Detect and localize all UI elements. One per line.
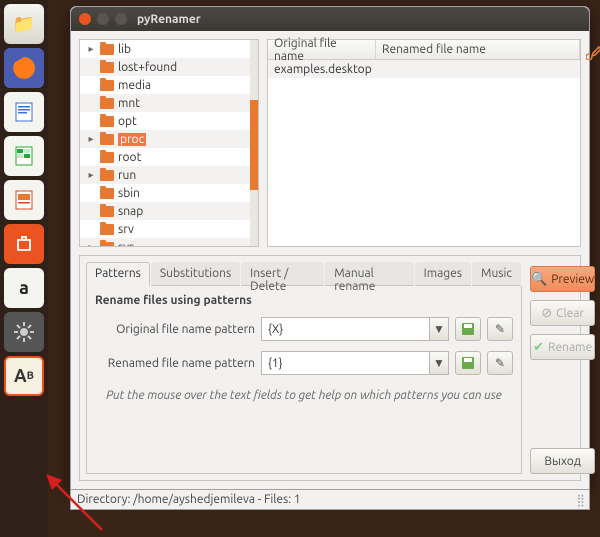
launcher-amazon-icon[interactable]: a xyxy=(4,268,44,308)
renamed-pattern-edit-icon[interactable]: ✎ xyxy=(487,351,513,375)
tab-patterns[interactable]: Patterns xyxy=(86,262,150,286)
col-original[interactable]: Original file name xyxy=(268,40,376,59)
tab-insert-delete[interactable]: Insert / Delete xyxy=(241,262,324,286)
tree-item-label[interactable]: run xyxy=(118,169,136,182)
folder-icon xyxy=(100,242,114,248)
renamed-pattern-dropdown[interactable]: ▼ xyxy=(429,351,449,375)
side-buttons: 🔍 Preview ⊘ Clear ✔ Rename Выход xyxy=(530,262,595,474)
window-minimize-icon[interactable] xyxy=(97,13,109,25)
launcher-calc-icon[interactable] xyxy=(4,136,44,176)
original-pattern-dropdown[interactable]: ▼ xyxy=(429,317,449,341)
window-title: pyRenamer xyxy=(137,13,201,26)
folder-icon xyxy=(100,116,114,127)
clear-button[interactable]: ⊘ Clear xyxy=(530,300,595,326)
search-icon: 🔍 xyxy=(531,272,547,287)
tree-item-label[interactable]: opt xyxy=(118,115,137,128)
rename-button[interactable]: ✔ Rename xyxy=(530,334,595,360)
folder-icon xyxy=(100,80,114,91)
file-row[interactable]: examples.desktop xyxy=(268,60,580,78)
clear-icon: ⊘ xyxy=(541,306,552,321)
folder-icon xyxy=(100,98,114,109)
tree-item-label[interactable]: srv xyxy=(118,223,134,236)
tree-item-label[interactable]: snap xyxy=(118,205,143,218)
check-icon: ✔ xyxy=(533,340,544,355)
launcher-pyrenamer-icon[interactable]: AB xyxy=(4,356,44,396)
pyrenamer-window: pyRenamer ▸ lib lost+found media mnt opt … xyxy=(70,6,590,490)
expander-icon[interactable]: ▸ xyxy=(86,241,96,247)
tree-item-label[interactable]: root xyxy=(118,151,141,164)
window-close-icon[interactable] xyxy=(79,13,91,25)
exit-button[interactable]: Выход xyxy=(530,448,595,474)
expander-icon[interactable]: ▸ xyxy=(86,43,96,55)
expander-icon[interactable]: ▸ xyxy=(86,133,96,145)
folder-icon xyxy=(100,224,114,235)
tree-item-label[interactable]: mnt xyxy=(118,97,140,110)
original-pattern-label: Original file name pattern xyxy=(95,323,255,336)
expander-icon[interactable]: ▸ xyxy=(86,169,96,181)
tree-item-label[interactable]: media xyxy=(118,79,151,92)
tree-item-label[interactable]: lib xyxy=(118,43,131,56)
launcher-settings-icon[interactable] xyxy=(4,312,44,352)
tab-images[interactable]: Images xyxy=(415,262,471,286)
tree-item-label[interactable]: sys xyxy=(118,241,134,248)
original-pattern-save-icon[interactable] xyxy=(455,317,481,341)
bottom-panel: Patterns Substitutions Insert / Delete M… xyxy=(79,255,581,481)
tab-music[interactable]: Music xyxy=(472,262,521,286)
tab-manual-rename[interactable]: Manual rename xyxy=(325,262,413,286)
pattern-hint: Put the mouse over the text fields to ge… xyxy=(95,389,513,402)
tab-substitutions[interactable]: Substitutions xyxy=(151,262,240,286)
resize-grip-icon[interactable]: ⣿ xyxy=(576,493,583,507)
options-icon[interactable] xyxy=(586,44,600,64)
launcher-software-icon[interactable] xyxy=(4,224,44,264)
renamed-pattern-input[interactable] xyxy=(261,351,429,375)
preview-button-label: Preview xyxy=(551,273,594,286)
folder-icon xyxy=(100,62,114,73)
tab-bar: Patterns Substitutions Insert / Delete M… xyxy=(86,262,522,286)
folder-icon xyxy=(100,134,114,145)
preview-button[interactable]: 🔍 Preview xyxy=(530,266,595,292)
tab-pane-patterns: Rename files using patterns Original fil… xyxy=(86,286,522,474)
original-pattern-input[interactable] xyxy=(261,317,429,341)
launcher-files-icon[interactable]: 📁 xyxy=(4,4,44,44)
unity-launcher: 📁 a AB xyxy=(0,0,48,537)
folder-icon xyxy=(100,44,114,55)
scrollbar-thumb[interactable] xyxy=(250,100,258,190)
annotation-arrow xyxy=(42,470,112,537)
folder-icon xyxy=(100,152,114,163)
tree-item-label[interactable]: lost+found xyxy=(118,61,177,74)
status-bar: Directory: /home/ayshedjemileva - Files:… xyxy=(70,490,590,510)
titlebar[interactable]: pyRenamer xyxy=(71,7,589,31)
tree-item-label[interactable]: sbin xyxy=(118,187,140,200)
launcher-writer-icon[interactable] xyxy=(4,92,44,132)
file-list-header: Original file name Renamed file name xyxy=(268,40,580,60)
pane-heading: Rename files using patterns xyxy=(95,294,513,307)
original-pattern-edit-icon[interactable]: ✎ xyxy=(487,317,513,341)
folder-icon xyxy=(100,170,114,181)
folder-tree[interactable]: ▸ lib lost+found media mnt opt ▸ proc root… xyxy=(79,39,259,247)
renamed-pattern-save-icon[interactable] xyxy=(455,351,481,375)
window-content: ▸ lib lost+found media mnt opt ▸ proc root… xyxy=(71,31,589,489)
tree-item-label[interactable]: proc xyxy=(118,133,146,146)
folder-icon xyxy=(100,206,114,217)
tree-scrollbar[interactable] xyxy=(250,40,258,246)
launcher-impress-icon[interactable] xyxy=(4,180,44,220)
col-renamed[interactable]: Renamed file name xyxy=(376,40,580,59)
launcher-firefox-icon[interactable] xyxy=(4,48,44,88)
renamed-pattern-label: Renamed file name pattern xyxy=(95,357,255,370)
clear-button-label: Clear xyxy=(556,307,584,320)
exit-button-label: Выход xyxy=(544,455,581,468)
folder-icon xyxy=(100,188,114,199)
rename-button-label: Rename xyxy=(548,341,592,354)
window-maximize-icon[interactable] xyxy=(115,13,127,25)
file-list[interactable]: Original file name Renamed file name exa… xyxy=(267,39,581,247)
file-original-name: examples.desktop xyxy=(274,63,372,76)
